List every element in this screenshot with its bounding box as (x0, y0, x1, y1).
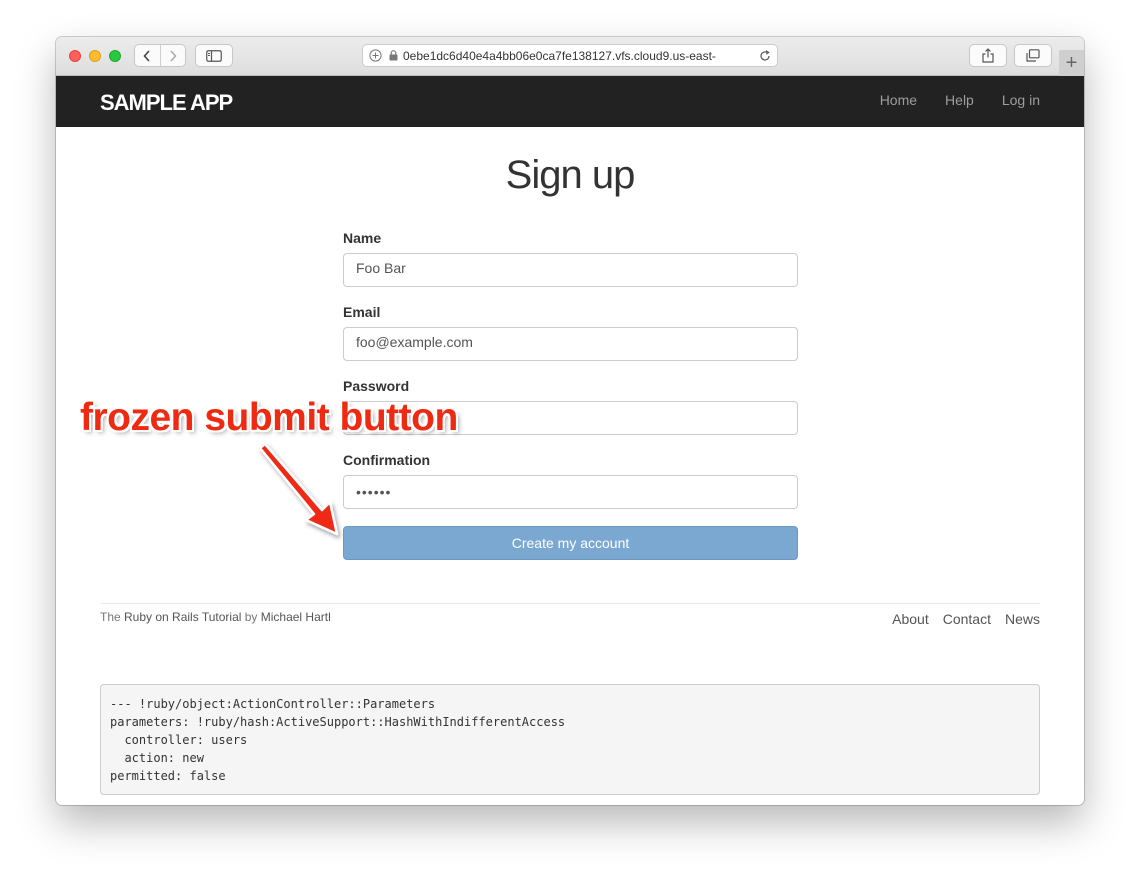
nav-login-link[interactable]: Log in (1002, 92, 1040, 108)
footer-nav: About Contact News (892, 611, 1040, 627)
footer-contact-link[interactable]: Contact (943, 611, 991, 627)
lock-icon (387, 50, 399, 61)
sidebar-icon (206, 49, 222, 62)
create-account-button[interactable]: Create my account (343, 526, 798, 560)
back-button[interactable] (135, 45, 160, 66)
debug-info: --- !ruby/object:ActionController::Param… (100, 684, 1040, 795)
address-bar[interactable]: 0ebe1dc6d40e4a4bb06e0ca7fe138127.vfs.clo… (362, 44, 778, 67)
author-link[interactable]: Michael Hartl (261, 610, 331, 624)
minimize-window-button[interactable] (89, 50, 101, 62)
sidebar-toggle-button[interactable] (195, 44, 233, 67)
share-icon (982, 48, 994, 63)
main-nav: Home Help Log in (880, 92, 1040, 108)
browser-toolbar: 0ebe1dc6d40e4a4bb06e0ca7fe138127.vfs.clo… (56, 37, 1084, 76)
annotation-label: frozen submit button (80, 396, 458, 439)
confirmation-label: Confirmation (343, 452, 431, 468)
site-footer: The Ruby on Rails Tutorial by Michael Ha… (100, 603, 1040, 644)
share-button[interactable] (969, 44, 1007, 67)
url-text[interactable]: 0ebe1dc6d40e4a4bb06e0ca7fe138127.vfs.clo… (403, 49, 753, 63)
footer-credit: The Ruby on Rails Tutorial by Michael Ha… (100, 610, 331, 624)
chevron-left-icon (143, 49, 150, 62)
forward-button[interactable] (161, 45, 186, 66)
confirmation-field[interactable]: •••••• (343, 475, 798, 509)
chevron-right-icon (170, 49, 177, 62)
show-tabs-button[interactable] (1014, 44, 1052, 67)
new-tab-button[interactable]: + (1059, 50, 1084, 76)
credit-prefix: The (100, 610, 125, 624)
reload-icon[interactable] (753, 49, 777, 62)
nav-help-link[interactable]: Help (945, 92, 974, 108)
signup-form: Name Foo Bar Email foo@example.com Passw… (343, 230, 798, 560)
footer-about-link[interactable]: About (892, 611, 929, 627)
credit-by: by (241, 610, 261, 624)
zoom-window-button[interactable] (109, 50, 121, 62)
close-window-button[interactable] (69, 50, 81, 62)
name-field[interactable]: Foo Bar (343, 253, 798, 287)
page-title: Sign up (505, 153, 636, 197)
tabs-icon (1026, 49, 1040, 62)
history-nav (134, 44, 186, 67)
tutorial-link[interactable]: Ruby on Rails Tutorial (124, 610, 241, 624)
logo[interactable]: Sample App (100, 90, 233, 116)
email-label: Email (343, 304, 381, 320)
footer-news-link[interactable]: News (1005, 611, 1040, 627)
email-field[interactable]: foo@example.com (343, 327, 798, 361)
site-header: Sample App Home Help Log in (56, 76, 1084, 127)
add-page-icon[interactable] (363, 49, 387, 62)
nav-home-link[interactable]: Home (880, 92, 917, 108)
name-label: Name (343, 230, 382, 246)
password-label: Password (343, 378, 410, 394)
